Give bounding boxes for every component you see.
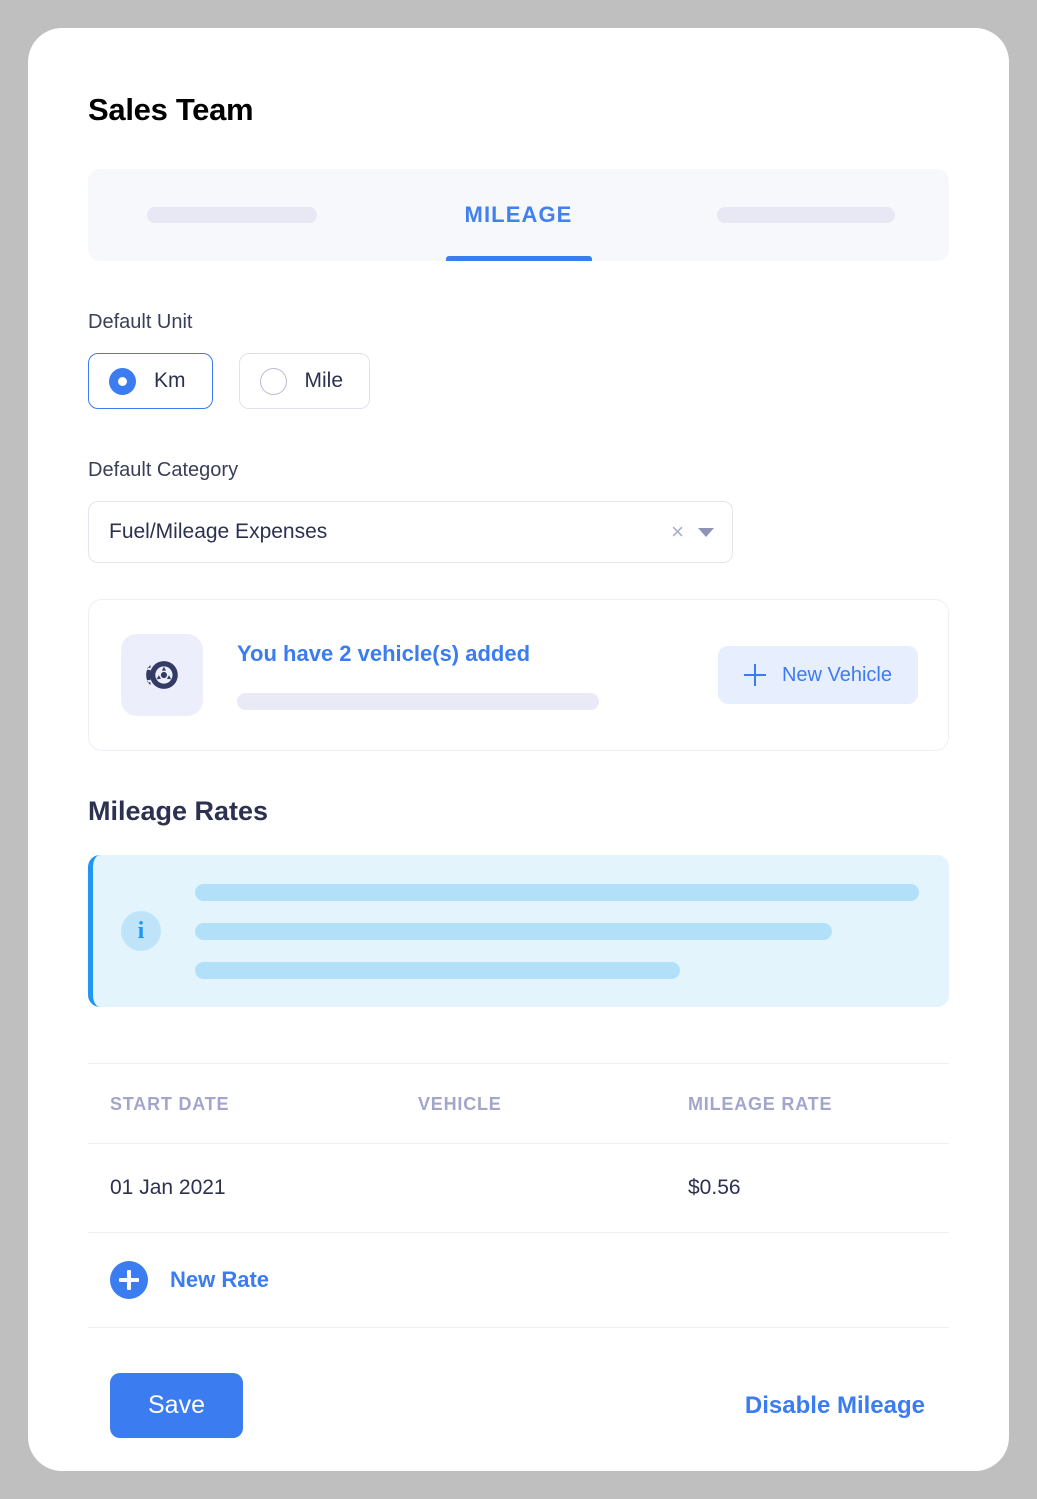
info-icon: i <box>121 911 161 951</box>
radio-label-mile: Mile <box>305 369 344 393</box>
tab-right-skeleton <box>717 207 895 223</box>
vehicle-summary-card: You have 2 vehicle(s) added New Vehicle <box>88 599 949 751</box>
default-category-label: Default Category <box>88 457 949 483</box>
tab-mileage[interactable]: MILEAGE <box>375 169 662 261</box>
info-alert-skeleton-lines <box>195 884 919 979</box>
column-header-start-date: START DATE <box>88 1064 418 1144</box>
info-skeleton-line <box>195 923 832 940</box>
radio-option-km[interactable]: Km <box>88 353 213 409</box>
table-row[interactable]: 01 Jan 2021 $0.56 <box>88 1144 949 1233</box>
mileage-rates-heading: Mileage Rates <box>88 796 949 827</box>
radio-option-mile[interactable]: Mile <box>239 353 371 409</box>
tab-left-skeleton <box>147 207 317 223</box>
vehicle-text-block: You have 2 vehicle(s) added <box>237 641 718 710</box>
plus-circle-icon <box>110 1261 148 1299</box>
radio-label-km: Km <box>154 369 186 393</box>
disable-mileage-link[interactable]: Disable Mileage <box>745 1392 925 1420</box>
new-vehicle-label: New Vehicle <box>782 664 892 687</box>
page-title: Sales Team <box>88 90 949 130</box>
footer-actions: Save Disable Mileage <box>88 1373 949 1438</box>
radio-dot-mile-icon <box>260 368 287 395</box>
plus-icon <box>744 664 766 686</box>
radio-dot-km-icon <box>109 368 136 395</box>
mileage-rates-table: START DATE VEHICLE MILEAGE RATE 01 Jan 2… <box>88 1063 949 1233</box>
cell-start-date: 01 Jan 2021 <box>88 1144 418 1233</box>
column-header-mileage-rate: MILEAGE RATE <box>688 1064 949 1144</box>
vehicle-count-message: You have 2 vehicle(s) added <box>237 641 718 667</box>
default-category-value: Fuel/Mileage Expenses <box>109 520 671 544</box>
table-header-row: START DATE VEHICLE MILEAGE RATE <box>88 1064 949 1144</box>
tab-placeholder-right[interactable] <box>662 169 949 261</box>
save-button[interactable]: Save <box>110 1373 243 1438</box>
app-card: Sales Team MILEAGE Default Unit <box>28 28 1009 1471</box>
tab-bar: MILEAGE <box>88 169 949 261</box>
default-category-select[interactable]: Fuel/Mileage Expenses × <box>88 501 733 563</box>
clear-icon[interactable]: × <box>671 521 684 543</box>
tab-active-underline <box>446 256 592 261</box>
info-skeleton-line <box>195 962 680 979</box>
device-frame: Sales Team MILEAGE Default Unit <box>0 0 1037 1499</box>
column-header-vehicle: VEHICLE <box>418 1064 688 1144</box>
cell-mileage-rate: $0.56 <box>688 1144 949 1233</box>
tire-icon <box>121 634 203 716</box>
tab-mileage-label: MILEAGE <box>465 202 573 228</box>
new-rate-label: New Rate <box>170 1267 269 1293</box>
default-unit-label: Default Unit <box>88 309 949 335</box>
tab-placeholder-left[interactable] <box>88 169 375 261</box>
vehicle-subtext-skeleton <box>237 693 599 710</box>
default-unit-radio-group: Km Mile <box>88 353 949 409</box>
chevron-down-icon[interactable] <box>698 528 714 537</box>
info-skeleton-line <box>195 884 919 901</box>
new-vehicle-button[interactable]: New Vehicle <box>718 646 918 704</box>
new-rate-button[interactable]: New Rate <box>88 1233 949 1328</box>
cell-vehicle <box>418 1144 688 1233</box>
info-alert: i <box>88 855 949 1007</box>
